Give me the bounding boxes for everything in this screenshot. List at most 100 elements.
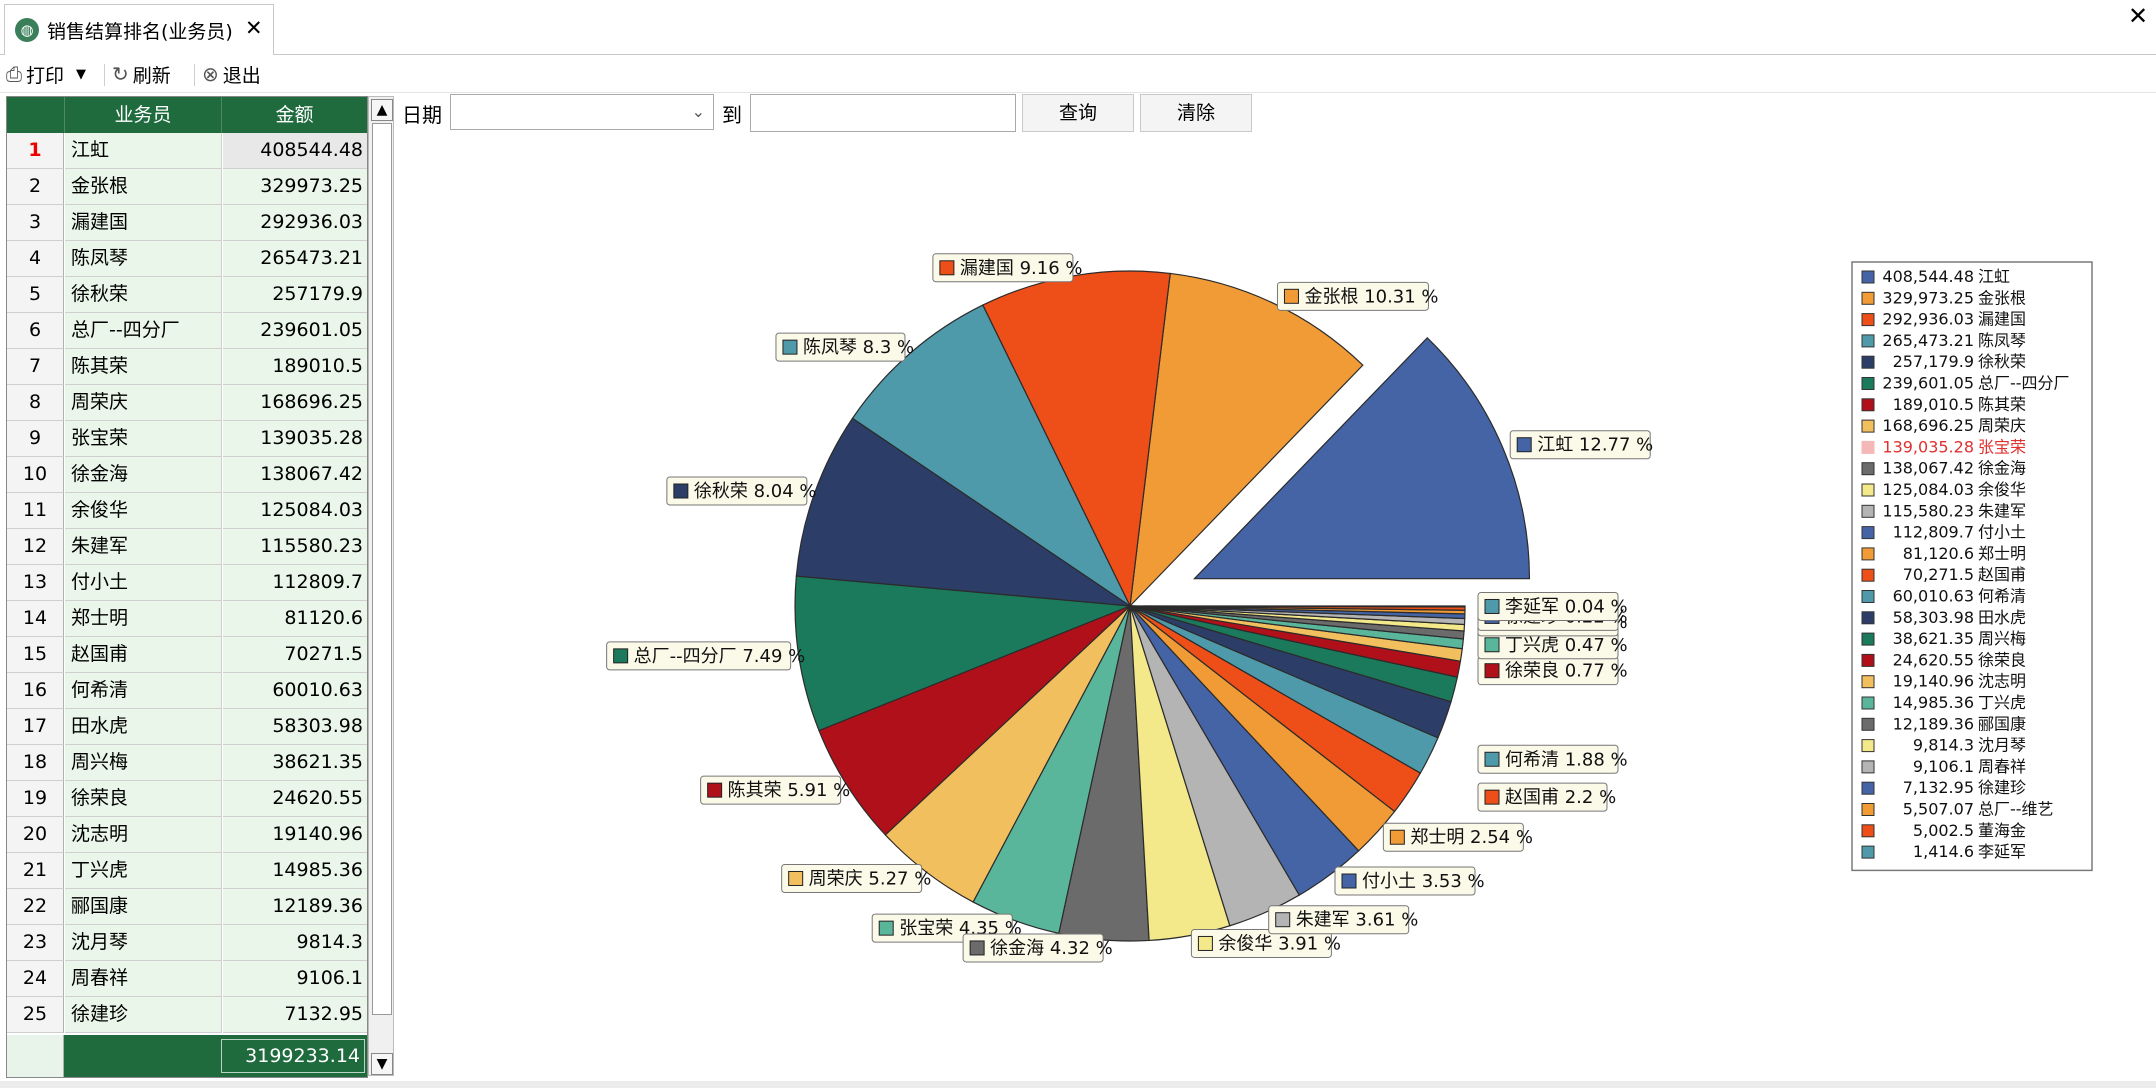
legend-name: 余俊华 xyxy=(1978,480,2026,499)
legend-swatch xyxy=(1861,611,1875,625)
legend-name: 沈月琴 xyxy=(1978,736,2026,755)
pie-callout-text: 李延军 0.04 % xyxy=(1505,596,1628,617)
legend-swatch xyxy=(1861,717,1875,731)
pie-callout-text: 江虹 12.77 % xyxy=(1537,435,1653,456)
legend-name: 张宝荣 xyxy=(1978,437,2026,456)
pie-callout-text: 徐荣良 0.77 % xyxy=(1505,661,1628,682)
legend-value: 408,544.48 xyxy=(1882,267,1974,286)
sales-pie-chart: 江虹 12.77 % 金张根 10.31 % 漏建国 9.16 % 陈凤琴 8.3 %… xyxy=(606,253,2093,963)
legend-name: 丁兴虎 xyxy=(1978,693,2026,712)
legend-value: 138,067.42 xyxy=(1882,459,1974,478)
legend-name: 付小土 xyxy=(1978,523,2026,542)
legend-swatch xyxy=(1861,845,1875,859)
legend-swatch xyxy=(1861,547,1875,561)
legend-name: 李延军 xyxy=(1978,842,2026,861)
pie-callout-swatch xyxy=(1283,288,1299,304)
legend-value: 265,473.21 xyxy=(1882,331,1974,350)
pie-callout-text: 漏建国 9.16 % xyxy=(960,258,1083,279)
legend-value: 12,189.36 xyxy=(1893,714,1974,733)
pie-callout-label: 何希清 1.88 % xyxy=(1477,744,1628,774)
pie-callout-label: 郑士明 2.54 % xyxy=(1382,822,1533,852)
legend-name: 江虹 xyxy=(1978,267,2010,286)
legend-swatch xyxy=(1861,781,1875,795)
pie-callout-label: 徐金海 4.32 % xyxy=(962,933,1113,963)
legend-name: 周荣庆 xyxy=(1978,416,2026,435)
legend-swatch xyxy=(1861,739,1875,753)
pie-callout-label: 金张根 10.31 % xyxy=(1276,281,1439,311)
legend-swatch xyxy=(1861,504,1875,518)
pie-callout-text: 郑士明 2.54 % xyxy=(1410,827,1533,848)
legend-value: 19,140.96 xyxy=(1893,672,1974,691)
pie-callout-swatch xyxy=(1484,637,1500,653)
pie-callout-text: 金张根 10.31 % xyxy=(1304,286,1438,307)
pie-callout-label: 付小土 3.53 % xyxy=(1334,866,1485,896)
legend-value: 112,809.7 xyxy=(1893,523,1974,542)
legend-swatch xyxy=(1861,632,1875,646)
pie-callout-label: 江虹 12.77 % xyxy=(1509,430,1653,460)
legend-value: 1,414.6 xyxy=(1913,842,1974,861)
pie-callout-swatch xyxy=(939,260,955,276)
legend-name: 周兴梅 xyxy=(1978,629,2026,648)
pie-callout-text: 丁兴虎 0.47 % xyxy=(1505,635,1628,656)
pie-callout-swatch xyxy=(1484,663,1500,679)
legend-value: 58,303.98 xyxy=(1893,608,1974,627)
legend-value: 7,132.95 xyxy=(1903,778,1974,797)
pie-callout-swatch xyxy=(1484,751,1500,767)
legend-swatch xyxy=(1861,291,1875,305)
legend-swatch xyxy=(1861,313,1875,327)
pie-callout-label: 赵国甫 2.2 % xyxy=(1477,782,1616,812)
legend-name: 陈凤琴 xyxy=(1978,331,2026,350)
pie-callout-text: 付小土 3.53 % xyxy=(1362,871,1485,892)
legend-value: 70,271.5 xyxy=(1903,565,1974,584)
pie-callout-text: 总厂--四分厂 7.49 % xyxy=(634,646,806,667)
pie-callout-swatch xyxy=(613,648,629,664)
legend-swatch xyxy=(1861,760,1875,774)
legend-value: 125,084.03 xyxy=(1882,480,1974,499)
legend-swatch xyxy=(1861,440,1875,454)
legend-value: 139,035.28 xyxy=(1882,437,1974,456)
pie-callout-text: 何希清 1.88 % xyxy=(1505,749,1628,770)
legend-swatch xyxy=(1861,419,1875,433)
legend-name: 徐建珍 xyxy=(1978,778,2026,797)
legend-value: 24,620.55 xyxy=(1893,650,1974,669)
pie-callout-text: 陈凤琴 8.3 % xyxy=(803,337,914,358)
legend-value: 257,179.9 xyxy=(1893,352,1974,371)
legend-name: 田水虎 xyxy=(1978,608,2026,627)
legend-swatch xyxy=(1861,334,1875,348)
legend-name: 金张根 xyxy=(1978,288,2026,307)
legend-swatch xyxy=(1861,568,1875,582)
legend-swatch xyxy=(1861,483,1875,497)
legend-swatch xyxy=(1861,462,1875,476)
legend-name: 漏建国 xyxy=(1978,310,2026,329)
legend-value: 239,601.05 xyxy=(1882,374,1974,393)
pie-callout-label: 陈凤琴 8.3 % xyxy=(775,332,914,362)
legend-swatch xyxy=(1861,824,1875,838)
pie-callout-swatch xyxy=(1389,829,1405,845)
legend-value: 5,507.07 xyxy=(1903,800,1974,819)
legend-value: 329,973.25 xyxy=(1882,288,1974,307)
pie-callout-label: 朱建军 3.61 % xyxy=(1268,905,1418,935)
pie-callout-text: 赵国甫 2.2 % xyxy=(1505,787,1616,808)
legend-value: 60,010.63 xyxy=(1893,587,1974,606)
legend-value: 115,580.23 xyxy=(1882,501,1974,520)
legend-swatch xyxy=(1861,803,1875,816)
pie-callout-swatch xyxy=(673,483,689,499)
pie-callout-label: 漏建国 9.16 % xyxy=(932,253,1083,283)
legend-swatch xyxy=(1861,696,1875,710)
legend-value: 9,814.3 xyxy=(1913,736,1974,755)
legend-swatch xyxy=(1861,590,1875,603)
legend-name: 郦国康 xyxy=(1978,714,2026,733)
legend-name: 总厂--四分厂 xyxy=(1978,374,2070,393)
pie-callout-swatch xyxy=(707,782,723,798)
legend-name: 郑士明 xyxy=(1978,544,2026,563)
legend-name: 朱建军 xyxy=(1978,501,2026,520)
pie-callout-label: 徐秋荣 8.04 % xyxy=(666,476,816,506)
legend-value: 9,106.1 xyxy=(1913,757,1974,776)
pie-callout-swatch xyxy=(1275,912,1291,928)
pie-callout-label: 李延军 0.04 % xyxy=(1477,591,1628,621)
legend-swatch xyxy=(1861,398,1875,412)
legend-value: 168,696.25 xyxy=(1882,416,1974,435)
legend-name: 何希清 xyxy=(1978,587,2026,606)
legend-name: 总厂--维艺 xyxy=(1978,800,2054,819)
pie-callout-swatch xyxy=(1484,789,1500,805)
